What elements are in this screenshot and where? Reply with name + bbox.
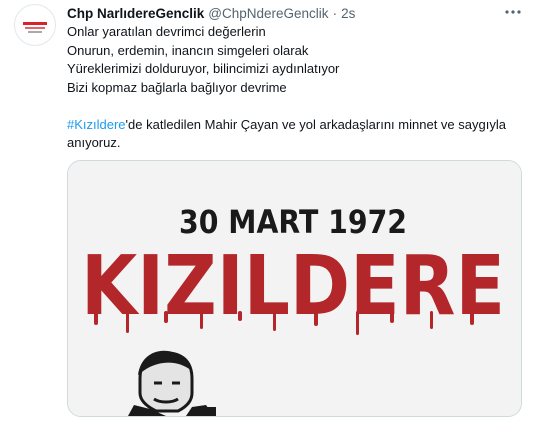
tweet-line: anıyoruz. xyxy=(67,135,121,150)
media-poster: 30 MART 1972 KIZILDERE xyxy=(68,161,521,416)
tweet-line-text: 'de katledilen Mahir Çayan ve yol arkada… xyxy=(125,116,506,132)
tweet-timestamp[interactable]: 2s xyxy=(341,6,355,21)
avatar-logo-mark xyxy=(28,31,42,33)
hashtag-link[interactable]: #Kızıldere xyxy=(67,117,126,132)
avatar-logo-mark xyxy=(23,22,47,25)
tweet-line: Yüreklerimizi dolduruyor, bilincimizi ay… xyxy=(67,61,340,76)
tweet-line: Onlar yaratılan devrimci değerlerin xyxy=(67,24,266,39)
poster-date-text: 30 MART 1972 xyxy=(179,203,407,241)
tweet-header: Chp NarlıdereGenclik @ChpNdereGenclik · … xyxy=(67,4,355,22)
tweet-line: #Kızıldere'de katledilen Mahir Çayan ve … xyxy=(67,116,522,135)
tweet-text: Onlar yaratılan devrimci değerlerin Onur… xyxy=(67,23,522,153)
tweet-line: Onurun, erdemin, inancın simgeleri olara… xyxy=(67,42,309,58)
avatar[interactable] xyxy=(14,4,56,46)
poster-title-text: KIZILDERE xyxy=(81,239,505,334)
tweet-media-image[interactable]: 30 MART 1972 KIZILDERE xyxy=(67,160,522,417)
tweet-line: Bizi kopmaz bağlarla bağlıyor devrime xyxy=(67,79,287,95)
more-options-button[interactable] xyxy=(503,6,523,18)
author-handle[interactable]: @ChpNdereGenclik xyxy=(208,6,328,21)
header-separator: · xyxy=(332,5,338,21)
author-name[interactable]: Chp NarlıdereGenclik xyxy=(67,6,204,21)
avatar-logo-mark xyxy=(25,27,45,29)
more-horizontal-icon xyxy=(505,10,521,14)
